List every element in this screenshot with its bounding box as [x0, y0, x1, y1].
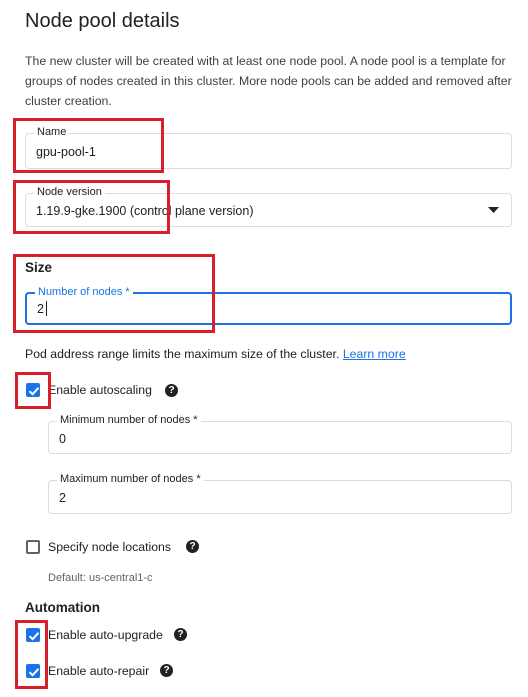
name-field-label: Name	[34, 126, 70, 138]
max-nodes-input[interactable]: Maximum number of nodes * 2	[48, 473, 512, 514]
autoscaling-label: Enable autoscaling	[48, 383, 152, 397]
number-of-nodes-input[interactable]: Number of nodes * 2	[25, 286, 512, 325]
text-cursor	[46, 301, 47, 316]
name-field[interactable]: Name gpu-pool-1	[25, 126, 512, 169]
page-title: Node pool details	[25, 10, 180, 32]
auto-repair-help-icon[interactable]: ?	[160, 664, 173, 677]
node-locations-checkbox[interactable]	[26, 540, 40, 554]
max-nodes-label: Maximum number of nodes *	[57, 473, 204, 485]
dropdown-arrow-icon	[488, 207, 499, 213]
node-version-select[interactable]: Node version 1.19.9-gke.1900 (control pl…	[25, 186, 512, 227]
node-locations-label: Specify node locations	[48, 540, 172, 554]
auto-upgrade-label: Enable auto-upgrade	[48, 628, 163, 642]
node-locations-help-icon[interactable]: ?	[186, 540, 199, 553]
auto-upgrade-help-icon[interactable]: ?	[174, 628, 187, 641]
auto-upgrade-checkbox[interactable]	[26, 628, 40, 642]
size-heading: Size	[25, 260, 53, 275]
auto-repair-checkbox[interactable]	[26, 664, 40, 678]
number-of-nodes-label: Number of nodes *	[35, 286, 133, 298]
pod-range-text: Pod address range limits the maximum siz…	[25, 347, 406, 361]
auto-repair-label: Enable auto-repair	[48, 664, 150, 678]
node-version-label: Node version	[34, 186, 105, 198]
description-text: The new cluster will be created with at …	[25, 54, 512, 108]
node-version-value: 1.19.9-gke.1900 (control plane version)	[36, 204, 254, 218]
name-field-value[interactable]: gpu-pool-1	[36, 145, 96, 159]
checkmark-icon	[28, 632, 40, 641]
default-location-text: Default: us-central1-c	[48, 572, 153, 584]
min-nodes-value[interactable]: 0	[59, 432, 66, 446]
automation-heading: Automation	[25, 600, 100, 615]
checkmark-icon	[28, 668, 40, 677]
autoscaling-help-icon[interactable]: ?	[165, 384, 178, 397]
number-of-nodes-value[interactable]: 2	[37, 302, 44, 316]
min-nodes-input[interactable]: Minimum number of nodes * 0	[48, 414, 512, 454]
checkmark-icon	[28, 387, 40, 396]
min-nodes-label: Minimum number of nodes *	[57, 414, 201, 426]
max-nodes-value[interactable]: 2	[59, 491, 66, 505]
autoscaling-checkbox[interactable]	[26, 383, 40, 397]
learn-more-link[interactable]: Learn more	[343, 347, 406, 361]
pod-range-info: Pod address range limits the maximum siz…	[25, 347, 340, 361]
